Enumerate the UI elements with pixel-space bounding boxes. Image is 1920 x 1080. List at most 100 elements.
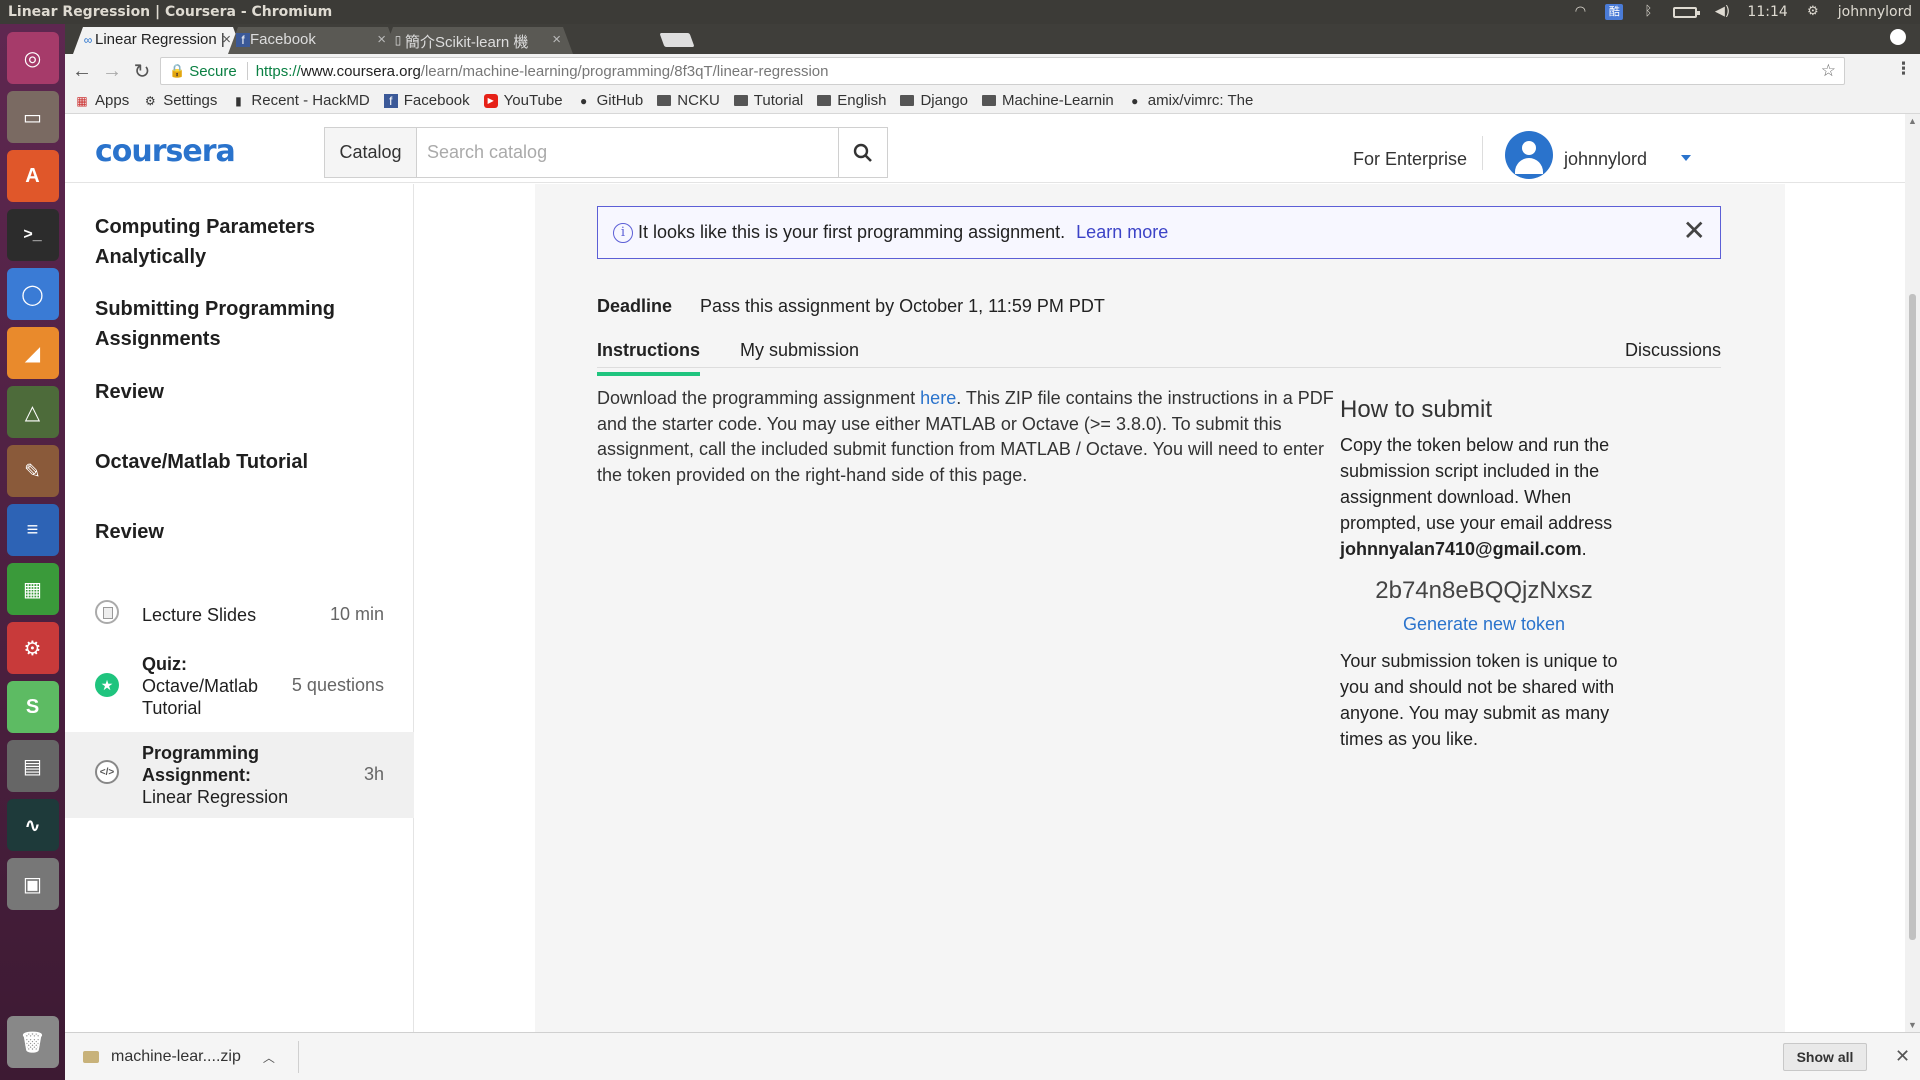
close-icon[interactable]: ✕ (1683, 217, 1706, 245)
coursera-logo[interactable]: coursera (95, 134, 236, 169)
download-here-link[interactable]: here (920, 388, 956, 408)
catalog-button[interactable]: Catalog (324, 127, 417, 178)
sidebar-item-lecture-slides[interactable]: Lecture Slides 10 min (65, 594, 414, 638)
new-tab-button[interactable] (659, 33, 695, 47)
show-all-button[interactable]: Show all (1783, 1043, 1867, 1071)
inkscape-icon[interactable]: △ (6, 386, 59, 438)
scroll-up-icon[interactable]: ▲ (1908, 116, 1917, 126)
for-enterprise-link[interactable]: For Enterprise (1353, 149, 1467, 170)
facebook-icon: f (236, 33, 250, 47)
close-icon[interactable]: × (222, 31, 231, 48)
chevron-down-icon[interactable] (1681, 155, 1691, 161)
bookmarks-bar: ▦ Apps ⚙ Settings ▮ Recent - HackMD f Facebo… (65, 88, 1920, 114)
download-item[interactable]: machine-lear....zip ︿ (75, 1041, 299, 1073)
learn-more-link[interactable]: Learn more (1076, 222, 1168, 242)
bookmark-settings[interactable]: ⚙ Settings (143, 92, 218, 109)
bookmark-folder-ncku[interactable]: NCKU (657, 92, 720, 109)
profile-icon[interactable] (1890, 29, 1906, 45)
deadline-value: Pass this assignment by October 1, 11:59… (700, 296, 1105, 316)
bookmark-star-icon[interactable]: ☆ (1821, 61, 1836, 81)
sidebar-heading-octave-tutorial[interactable]: Octave/Matlab Tutorial (95, 447, 308, 477)
tab-linear-regression[interactable]: ∞ Linear Regression | × (73, 27, 243, 54)
volume-icon[interactable]: ◀) (1713, 5, 1731, 19)
gear-icon[interactable]: ⚙ (1804, 5, 1822, 19)
code-icon: </> (95, 760, 119, 784)
close-icon[interactable]: × (552, 31, 561, 48)
forward-arrow-icon[interactable]: → (99, 58, 125, 84)
battery-icon[interactable] (1673, 6, 1701, 18)
search-button[interactable] (838, 127, 888, 178)
slack-icon[interactable]: S (6, 681, 59, 733)
trash-icon[interactable]: 🗑 (6, 1016, 59, 1068)
tab-strip: ∞ Linear Regression | × f Facebook × ▯ 簡… (65, 24, 1920, 54)
calc-spreadsheet-icon[interactable]: ▦ (6, 563, 59, 615)
chevron-up-icon[interactable]: ︿ (263, 1049, 275, 1066)
sidebar-item-programming-assignment[interactable]: </> Programming Assignment: Linear Regre… (65, 732, 414, 818)
address-bar[interactable]: 🔒 Secure https:// www.coursera.org /lear… (160, 57, 1845, 85)
first-assignment-banner: i It looks like this is your first progr… (597, 206, 1721, 259)
folder-icon (657, 95, 672, 106)
page-scrollbar[interactable]: ▲ ▼ (1905, 114, 1920, 1032)
scrollbar-thumb[interactable] (1909, 294, 1916, 940)
bookmark-hackmd[interactable]: ▮ Recent - HackMD (231, 92, 370, 109)
url-path: /learn/machine-learning/programming/8f3q… (420, 62, 829, 80)
deadline-label: Deadline (597, 296, 673, 316)
bookmark-folder-machine-learning[interactable]: Machine-Learnin (982, 92, 1114, 109)
sidebar-heading-submitting-assignments[interactable]: Submitting Programming Assignments (95, 294, 335, 354)
avatar[interactable] (1505, 131, 1553, 179)
quiz-star-icon: ★ (95, 673, 119, 697)
file-manager-icon[interactable]: ▭ (6, 91, 59, 143)
close-icon[interactable]: × (377, 31, 386, 48)
close-icon[interactable]: ✕ (1895, 1046, 1910, 1067)
session-user[interactable]: johnnylord (1838, 4, 1912, 20)
scroll-down-icon[interactable]: ▼ (1908, 1020, 1917, 1030)
bookmark-facebook[interactable]: f Facebook (383, 92, 470, 109)
sidebar-heading-review-2[interactable]: Review (95, 517, 164, 547)
assignment-content: i It looks like this is your first progr… (535, 184, 1785, 1032)
bookmark-github[interactable]: ● GitHub (577, 92, 643, 109)
input-method-icon[interactable]: 酷 (1605, 4, 1624, 20)
bookmark-folder-tutorial[interactable]: Tutorial (733, 92, 803, 109)
tab-label: Linear Regression | (95, 31, 225, 48)
user-email: johnnyalan7410@gmail.com (1340, 539, 1582, 559)
bluetooth-icon[interactable]: ᛒ (1639, 5, 1657, 19)
calculator-icon[interactable]: ▤ (6, 740, 59, 792)
youtube-icon: ▶ (483, 93, 498, 108)
wifi-icon[interactable]: ◠ (1571, 5, 1589, 19)
download-filename: machine-lear....zip (111, 1048, 241, 1065)
writer-icon[interactable]: ≡ (6, 504, 59, 556)
tab-instructions[interactable]: Instructions (597, 340, 701, 376)
ubuntu-dash-icon[interactable]: ◎ (6, 32, 59, 84)
back-arrow-icon[interactable]: ← (69, 58, 95, 84)
tab-facebook[interactable]: f Facebook × (228, 27, 398, 54)
folder-icon (817, 95, 832, 106)
bookmark-folder-django[interactable]: Django (900, 92, 968, 109)
bookmark-folder-english[interactable]: English (817, 92, 886, 109)
paint-icon[interactable]: ✎ (6, 445, 59, 497)
sidebar-heading-review[interactable]: Review (95, 377, 164, 407)
search-input[interactable] (416, 127, 839, 178)
site-header: coursera Catalog For Enterprise johnnylo… (65, 114, 1905, 183)
bookmark-youtube[interactable]: ▶ YouTube (483, 92, 563, 109)
terminal-icon[interactable]: >_ (6, 209, 59, 261)
menu-dots-icon[interactable]: ⋮ (1895, 59, 1912, 79)
reload-icon[interactable]: ↻ (129, 58, 155, 84)
sidebar-item-quiz[interactable]: ★ Quiz: Octave/Matlab Tutorial 5 questio… (65, 649, 414, 729)
workspace-switcher-icon[interactable]: ▣ (6, 858, 59, 910)
tab-my-submission[interactable]: My submission (740, 340, 859, 361)
software-center-icon[interactable]: A (6, 150, 59, 202)
tab-discussions[interactable]: Discussions (1625, 340, 1721, 361)
banner-text: It looks like this is your first program… (638, 222, 1066, 242)
matlab-icon[interactable]: ◢ (6, 327, 59, 379)
tab-scikit-learn[interactable]: ▯ 簡介Scikit-learn 機 × (383, 27, 573, 54)
system-settings-icon[interactable]: ⚙ (6, 622, 59, 674)
bookmark-vimrc[interactable]: ● amix/vimrc: The (1128, 92, 1253, 109)
generate-new-token-link[interactable]: Generate new token (1340, 614, 1628, 635)
bookmark-apps[interactable]: ▦ Apps (75, 92, 129, 109)
system-monitor-icon[interactable]: ∿ (6, 799, 59, 851)
clock[interactable]: 11:14 (1747, 4, 1787, 20)
sidebar-heading-computing-parameters[interactable]: Computing Parameters Analytically (95, 212, 315, 272)
username[interactable]: johnnylord (1564, 149, 1647, 170)
token-note: Your submission token is unique to you a… (1340, 651, 1618, 749)
chromium-icon[interactable]: ◯ (6, 268, 59, 320)
